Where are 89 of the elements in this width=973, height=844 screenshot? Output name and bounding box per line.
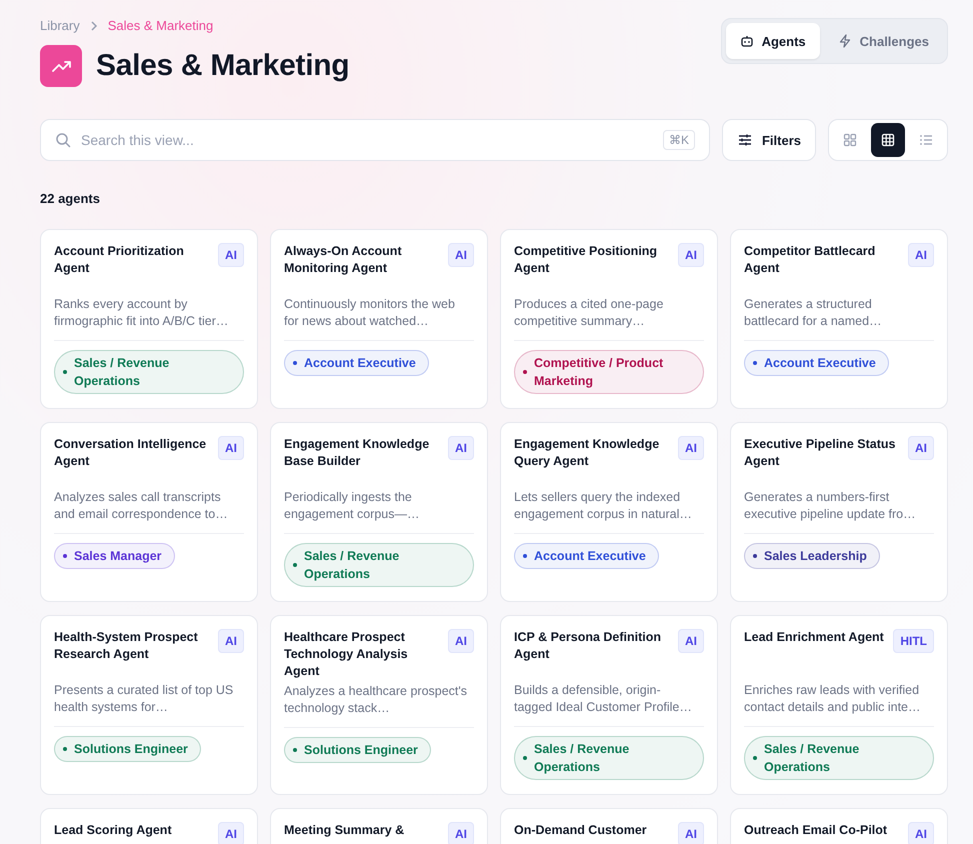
type-badge: AI [908,822,934,844]
agent-description: Enriches raw leads with verified contact details and public inte… [744,682,922,716]
agent-count: 22 agents [40,191,101,206]
sliders-icon [736,132,753,148]
role-tag: Solutions Engineer [54,736,201,762]
type-badge: AI [678,436,704,460]
role-tag: Solutions Engineer [284,737,431,763]
role-tag: Sales / Revenue Operations [514,736,704,780]
type-badge: AI [448,822,474,844]
type-badge: AI [908,243,934,267]
robot-icon [740,34,754,48]
role-tag: Sales Leadership [744,543,880,569]
agent-card[interactable]: Engagement Knowledge Query Agent AI Lets sellers query the indexed engagement corpus in natural… Account Executive [500,422,718,602]
agent-card[interactable]: Outreach Email Co-Pilot AI [730,808,948,844]
agent-title: Engagement Knowledge Query Agent [514,436,660,470]
lightning-icon [838,34,852,48]
agent-description: Builds a defensible, origin-tagged Ideal Customer Profile… [514,682,693,716]
agent-description: Generates a numbers-first executive pipeline update fro… [744,489,917,523]
type-badge: AI [678,822,704,844]
agent-title: Competitive Positioning Agent [514,243,658,277]
agent-description: Ranks every account by firmographic fit into A/B/C tier… [54,296,230,330]
agent-card[interactable]: Competitor Battlecard Agent AI Generates a structured battlecard for a named… Account Executive [730,229,948,409]
agent-card[interactable]: Conversation Intelligence Agent AI Analyzes sales call transcripts and email correspondence to… Sales Manager [40,422,258,602]
agent-card[interactable]: Account Prioritization Agent AI Ranks every account by firmographic fit into A/B/C tier… Sales / Revenue Operations [40,229,258,409]
agent-description: Presents a curated list of top US health systems for… [54,682,234,716]
type-badge: AI [448,629,474,653]
role-tag: Sales / Revenue Operations [54,350,244,394]
type-badge: AI [678,629,704,653]
type-badge: HITL [893,629,934,653]
type-badge: AI [448,243,474,267]
type-badge: AI [218,629,244,653]
agent-description: Lets sellers query the indexed engagement corpus in natural… [514,489,693,523]
agent-card[interactable]: Health-System Prospect Research Agent AI Presents a curated list of top US health systems for… Solutions Engineer [40,615,258,795]
search-icon [55,132,71,148]
agent-title: Account Prioritization Agent [54,243,185,277]
agent-card[interactable]: Always-On Account Monitoring Agent AI Continuously monitors the web for news about watched… Account Executive [270,229,488,409]
agent-description: Analyzes sales call transcripts and email correspondence to… [54,489,229,523]
trending-up-icon [40,45,82,87]
shortcut-hint: ⌘K [662,130,695,150]
grid-icon [881,133,895,147]
agent-card[interactable]: Healthcare Prospect Technology Analysis Agent AI Analyzes a healthcare prospect's technology stack… Solutions Engineer [270,615,488,795]
type-badge: AI [908,436,934,460]
type-badge: AI [218,436,244,460]
agent-title: Engagement Knowledge Base Builder [284,436,430,470]
agent-title: Health-System Prospect Research Agent [54,629,199,663]
type-badge: AI [218,822,244,844]
role-tag: Sales Manager [54,543,175,569]
role-tag: Account Executive [744,350,889,376]
grid-view-button[interactable] [871,123,905,157]
role-tag: Sales / Revenue Operations [744,736,934,780]
page-title: Sales & Marketing [96,49,350,83]
agent-title: ICP & Persona Definition Agent [514,629,662,663]
agent-card[interactable]: Lead Enrichment Agent HITL Enriches raw leads with verified contact details and public inte… Sales / Revenue Operations [730,615,948,795]
agent-card[interactable]: Engagement Knowledge Base Builder AI Periodically ingests the engagement corpus—… Sales / Revenue Operations [270,422,488,602]
agent-description: Produces a cited one-page competitive summary… [514,296,664,330]
agent-description: Analyzes a healthcare prospect's technology stack… [284,683,468,717]
agent-title: Lead Scoring Agent [54,822,172,839]
agent-description: Periodically ingests the engagement corpus—… [284,489,420,523]
four-squares-icon [843,133,857,147]
agent-description: Continuously monitors the web for news about watched… [284,296,456,330]
agent-title: Always-On Account Monitoring Agent [284,243,403,277]
agent-title: Competitor Battlecard Agent [744,243,876,277]
agent-card[interactable]: Meeting Summary & AI [270,808,488,844]
agent-title: Meeting Summary & [284,822,404,839]
agent-card[interactable]: Executive Pipeline Status Agent AI Generates a numbers-first executive pipeline update fro… Sales Leadership [730,422,948,602]
search-input[interactable]: Search this view... [81,120,653,160]
agent-card[interactable]: Competitive Positioning Agent AI Produces a cited one-page competitive summary… Competitive / Product Marketing [500,229,718,409]
type-badge: AI [448,436,474,460]
filters-button[interactable]: Filters [722,119,816,161]
agent-card[interactable]: ICP & Persona Definition Agent AI Builds a defensible, origin-tagged Ideal Customer Profile… Sales / Revenue Operations [500,615,718,795]
agent-title: Lead Enrichment Agent [744,629,884,646]
agent-title: Executive Pipeline Status Agent [744,436,896,470]
mode-tab[interactable]: Agents [726,23,820,59]
agent-card[interactable]: Lead Scoring Agent AI [40,808,258,844]
agent-title: Outreach Email Co-Pilot [744,822,888,839]
agent-title: On-Demand Customer [514,822,647,839]
list-icon [919,133,933,147]
mode-tab[interactable]: Challenges [824,23,943,59]
role-tag: Competitive / Product Marketing [514,350,704,394]
role-tag: Account Executive [284,350,429,376]
agent-title: Healthcare Prospect Technology Analysis Agent [284,629,409,680]
agent-description: Generates a structured battlecard for a named… [744,296,883,330]
role-tag: Sales / Revenue Operations [284,543,474,587]
type-badge: AI [218,243,244,267]
agent-card[interactable]: On-Demand Customer AI [500,808,718,844]
role-tag: Account Executive [514,543,659,569]
chevron-right-icon [90,20,98,30]
type-badge: AI [678,243,704,267]
agent-title: Conversation Intelligence Agent [54,436,208,470]
